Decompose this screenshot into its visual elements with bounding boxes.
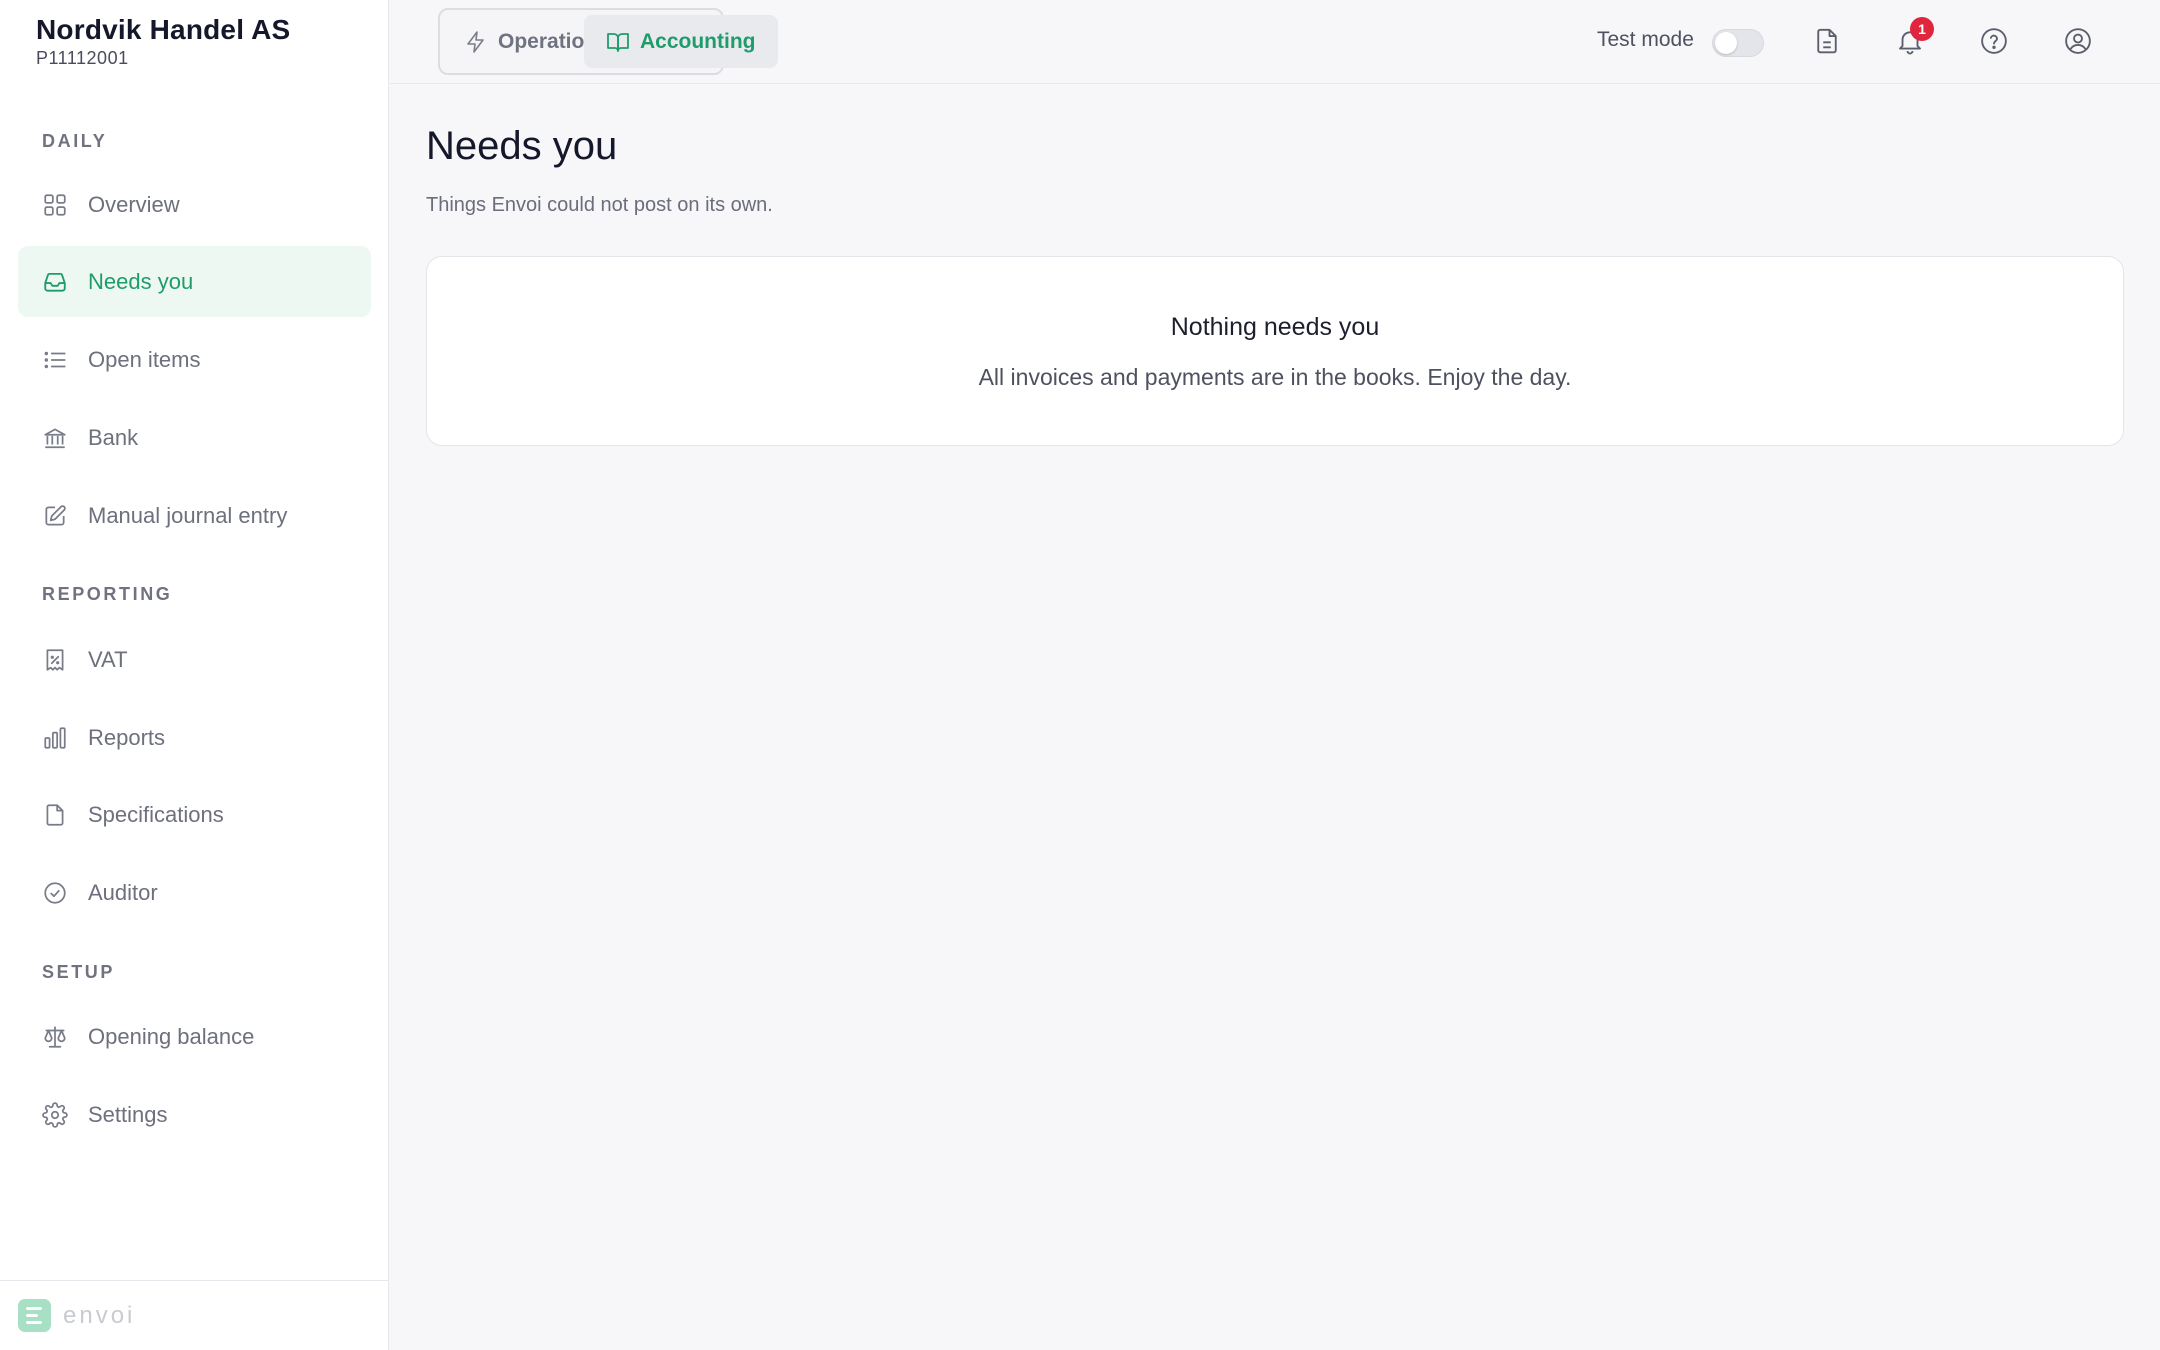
sidebar-item-vat[interactable]: VAT bbox=[18, 624, 371, 695]
help-button[interactable] bbox=[1977, 24, 2011, 58]
page-subtitle: Things Envoi could not post on its own. bbox=[426, 194, 773, 216]
bar-chart-icon bbox=[42, 725, 68, 751]
company-id: P11112001 bbox=[36, 48, 129, 68]
sidebar-item-label: Auditor bbox=[88, 879, 158, 905]
scale-icon bbox=[42, 1024, 68, 1050]
document-icon bbox=[1817, 28, 1837, 54]
tab-accounting[interactable]: Accounting bbox=[584, 15, 778, 68]
sidebar-item-label: Opening balance bbox=[88, 1023, 255, 1049]
sidebar-item-manual-journal-entry[interactable]: Manual journal entry bbox=[18, 480, 371, 551]
toggle-knob bbox=[1715, 32, 1737, 54]
sidebar-item-label: VAT bbox=[88, 646, 128, 672]
sidebar-item-needs-you[interactable]: Needs you bbox=[18, 246, 371, 317]
sidebar-item-settings[interactable]: Settings bbox=[18, 1079, 371, 1150]
sidebar-item-reports[interactable]: Reports bbox=[18, 702, 371, 773]
documents-button[interactable] bbox=[1810, 24, 1844, 58]
sidebar-item-label: Overview bbox=[88, 191, 180, 217]
app-window: Nordvik Handel AS P11112001 DAILY Overvi… bbox=[0, 0, 2160, 1350]
sidebar-item-label: Bank bbox=[88, 424, 139, 450]
sidebar-item-open-items[interactable]: Open items bbox=[18, 324, 371, 395]
sidebar-item-label: Specifications bbox=[88, 801, 224, 827]
section-label-daily: DAILY bbox=[42, 131, 108, 151]
mode-switch: Operations Accounting bbox=[438, 8, 778, 75]
sidebar-item-label: Needs you bbox=[88, 268, 194, 294]
empty-state-text: All invoices and payments are in the boo… bbox=[978, 364, 1572, 390]
sidebar-item-auditor[interactable]: Auditor bbox=[18, 857, 371, 928]
bank-icon bbox=[42, 425, 68, 451]
pencil-square-icon bbox=[42, 503, 68, 529]
company-name[interactable]: Nordvik Handel AS bbox=[36, 14, 290, 46]
grid-icon bbox=[42, 192, 68, 218]
sidebar-item-opening-balance[interactable]: Opening balance bbox=[18, 1001, 371, 1072]
help-icon bbox=[1981, 28, 2007, 54]
tab-label: Accounting bbox=[640, 29, 756, 53]
notification-badge: 1 bbox=[1910, 17, 1934, 41]
gear-icon bbox=[42, 1101, 68, 1128]
test-mode-toggle[interactable] bbox=[1712, 29, 1764, 57]
check-circle-icon bbox=[42, 880, 68, 906]
sidebar-item-label: Manual journal entry bbox=[88, 502, 288, 528]
sidebar-footer: envoi bbox=[0, 1280, 389, 1350]
sidebar: Nordvik Handel AS P11112001 DAILY Overvi… bbox=[0, 0, 389, 1350]
envoi-logo-text: envoi bbox=[63, 1301, 136, 1329]
section-label-reporting: REPORTING bbox=[42, 584, 173, 604]
sidebar-item-label: Open items bbox=[88, 346, 201, 372]
empty-state-title: Nothing needs you bbox=[1170, 313, 1380, 341]
envoi-logo-icon bbox=[18, 1299, 51, 1332]
sidebar-item-overview[interactable]: Overview bbox=[18, 169, 371, 240]
top-bar: Operations Accounting Test mode 1 bbox=[390, 0, 2160, 84]
sidebar-item-specifications[interactable]: Specifications bbox=[18, 779, 371, 850]
list-icon bbox=[42, 347, 68, 373]
section-label-setup: SETUP bbox=[42, 962, 116, 982]
test-mode-label: Test mode bbox=[1597, 28, 1694, 51]
sidebar-item-label: Settings bbox=[88, 1101, 168, 1127]
lightning-icon bbox=[467, 30, 484, 53]
sidebar-item-bank[interactable]: Bank bbox=[18, 402, 371, 473]
user-circle-icon bbox=[2065, 28, 2091, 54]
inbox-icon bbox=[42, 269, 68, 295]
page-title: Needs you bbox=[426, 124, 618, 168]
file-icon bbox=[42, 802, 68, 828]
empty-state-card: Nothing needs you All invoices and payme… bbox=[426, 256, 2124, 446]
book-open-icon bbox=[607, 32, 629, 52]
account-button[interactable] bbox=[2061, 24, 2095, 58]
receipt-percent-icon bbox=[42, 647, 68, 673]
sidebar-item-label: Reports bbox=[88, 724, 166, 750]
